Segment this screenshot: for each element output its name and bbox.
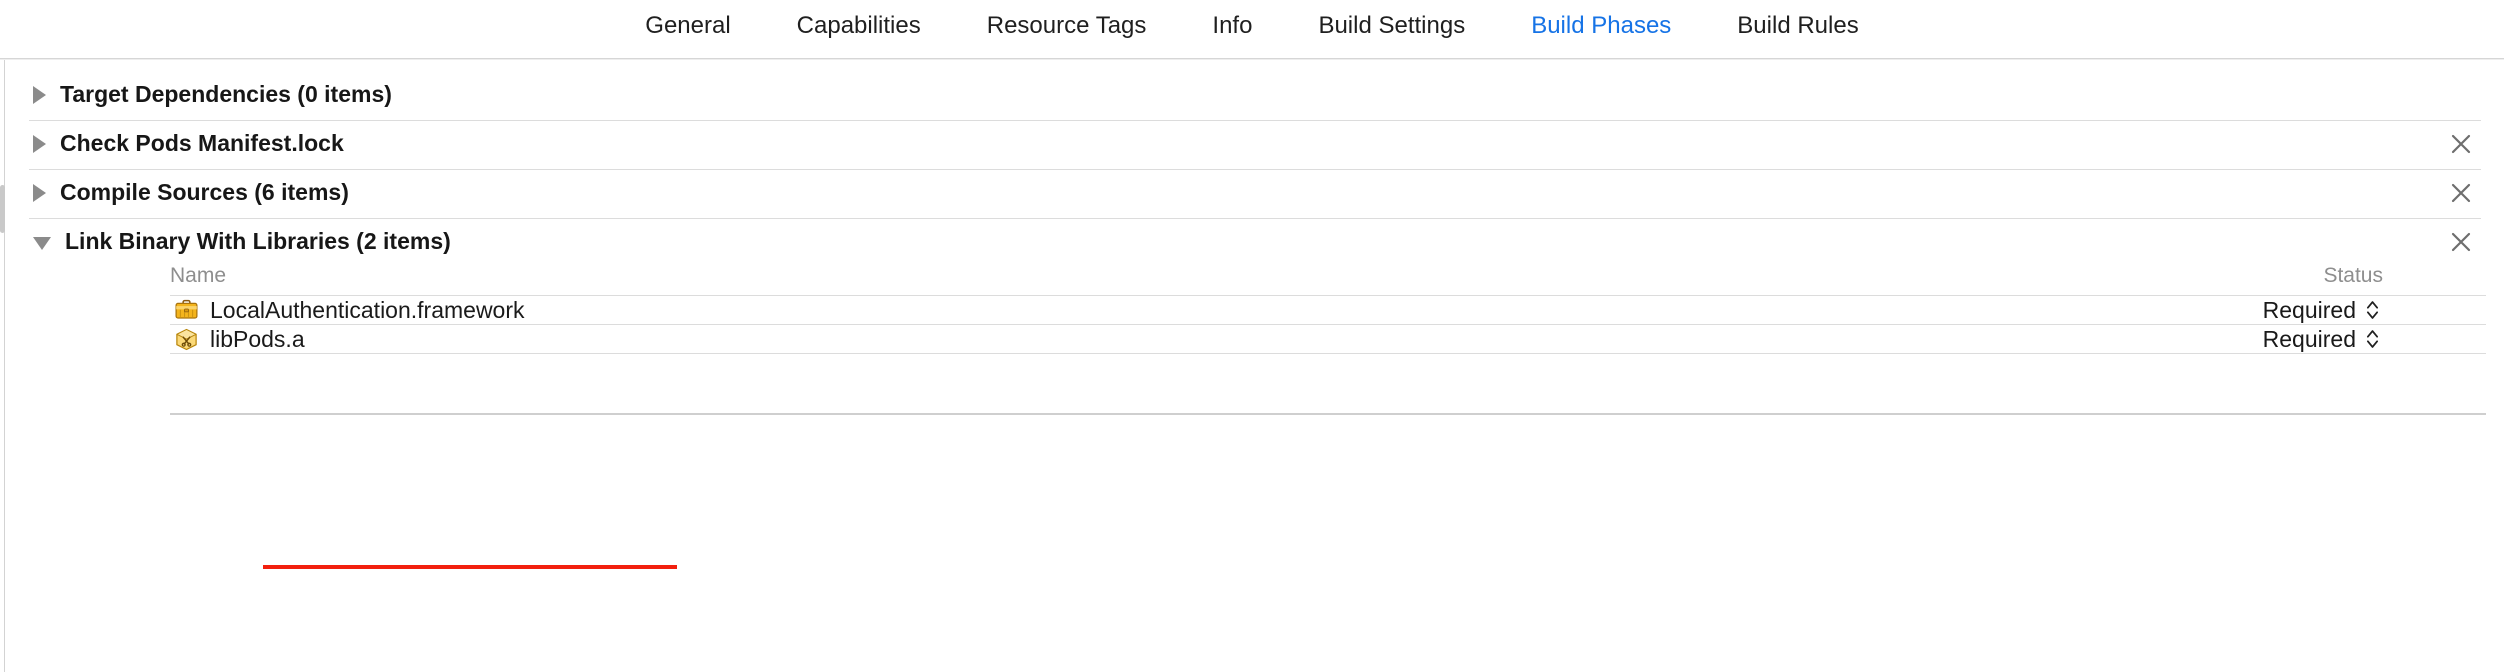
phase-header-compile-sources[interactable]: Compile Sources (6 items) bbox=[5, 168, 2504, 217]
annotation-underline bbox=[263, 565, 677, 569]
phase-title: Link Binary With Libraries (2 items) bbox=[65, 228, 451, 254]
disclosure-triangle-icon[interactable] bbox=[33, 237, 51, 250]
table-row[interactable]: LocalAuthentication.framework Required bbox=[170, 296, 2486, 324]
tab-build-settings[interactable]: Build Settings bbox=[1285, 0, 1498, 52]
remove-phase-icon[interactable] bbox=[2450, 231, 2472, 253]
table-row[interactable]: libPods.a Required bbox=[170, 325, 2486, 353]
remove-phase-icon[interactable] bbox=[2450, 133, 2472, 155]
library-name: libPods.a bbox=[210, 325, 305, 352]
table-row-divider bbox=[170, 353, 2486, 354]
phase-header-check-pods-manifest[interactable]: Check Pods Manifest.lock bbox=[5, 119, 2504, 168]
status-stepper-chevrons-icon[interactable] bbox=[2365, 297, 2380, 323]
phase-title: Check Pods Manifest.lock bbox=[60, 130, 344, 156]
tab-info[interactable]: Info bbox=[1179, 0, 1285, 52]
status-value: Required bbox=[2262, 325, 2356, 352]
phase-title: Compile Sources (6 items) bbox=[60, 179, 349, 205]
framework-briefcase-icon bbox=[175, 299, 198, 319]
build-phase-list: Target Dependencies (0 items) Check Pods… bbox=[5, 60, 2504, 672]
column-header-name: Name bbox=[170, 264, 227, 287]
tab-resource-tags[interactable]: Resource Tags bbox=[954, 0, 1180, 52]
library-name: LocalAuthentication.framework bbox=[210, 296, 525, 323]
phase-header-link-binary-with-libraries[interactable]: Link Binary With Libraries (2 items) bbox=[5, 217, 2504, 266]
tab-build-rules[interactable]: Build Rules bbox=[1704, 0, 1891, 52]
tab-general[interactable]: General bbox=[612, 0, 763, 52]
disclosure-triangle-icon[interactable] bbox=[33, 134, 46, 153]
tab-capabilities[interactable]: Capabilities bbox=[764, 0, 954, 52]
disclosure-triangle-icon[interactable] bbox=[33, 183, 46, 202]
column-header-status: Status bbox=[2323, 264, 2383, 287]
remove-phase-icon[interactable] bbox=[2450, 182, 2472, 204]
target-editor-tabbar: General Capabilities Resource Tags Info … bbox=[0, 0, 2504, 52]
disclosure-triangle-icon[interactable] bbox=[33, 85, 46, 104]
phase-header-target-dependencies[interactable]: Target Dependencies (0 items) bbox=[5, 70, 2504, 119]
status-stepper-chevrons-icon[interactable] bbox=[2365, 326, 2380, 352]
build-phases-pane: General Capabilities Resource Tags Info … bbox=[0, 0, 2504, 672]
tab-build-phases[interactable]: Build Phases bbox=[1498, 0, 1704, 52]
status-cell[interactable]: Required bbox=[2263, 326, 2380, 353]
static-library-icon bbox=[176, 328, 197, 350]
table-footer-divider bbox=[170, 413, 2486, 415]
status-value: Required bbox=[2262, 296, 2356, 323]
status-cell[interactable]: Required bbox=[2263, 297, 2380, 324]
phase-title: Target Dependencies (0 items) bbox=[60, 81, 392, 107]
